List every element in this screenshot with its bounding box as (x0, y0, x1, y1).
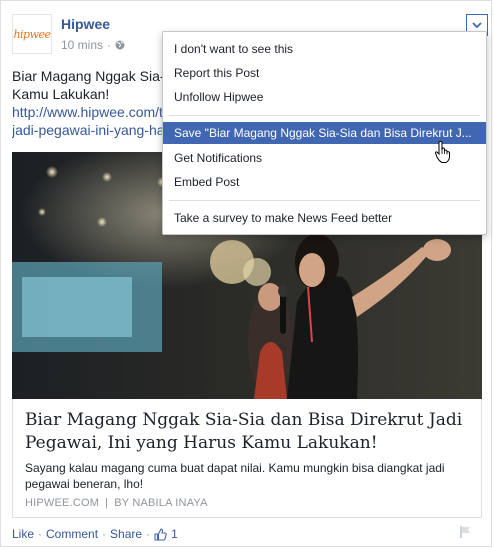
hand-cursor-icon (434, 140, 450, 163)
post-actions: Like · Comment · Share · 1 (12, 527, 178, 541)
page-avatar[interactable]: hipwee (12, 14, 52, 54)
post-url-link[interactable]: jadi-pegawai-ini-yang-ha (12, 121, 172, 139)
post-meta: 10 mins · (61, 38, 125, 52)
action-separator: · (146, 527, 151, 541)
post-url-link[interactable]: http://www.hipwee.com/t (12, 103, 172, 121)
menu-divider (169, 115, 480, 116)
page-name-link[interactable]: Hipwee (61, 16, 110, 32)
link-preview-card[interactable]: Biar Magang Nggak Sia-Sia dan Bisa Direk… (12, 399, 482, 518)
share-link[interactable]: Share (110, 527, 142, 541)
menu-item-report-post[interactable]: Report this Post (163, 62, 486, 84)
meta-separator: · (107, 38, 112, 52)
menu-item-unfollow[interactable]: Unfollow Hipwee (163, 86, 486, 108)
post-message: Biar Magang Nggak Sia- Kamu Lakukan! htt… (12, 67, 172, 139)
menu-divider (169, 200, 480, 201)
chevron-down-icon (472, 21, 482, 28)
menu-item-embed-post[interactable]: Embed Post (163, 171, 486, 193)
menu-item-hide-post[interactable]: I don't want to see this (163, 38, 486, 60)
thumbs-up-icon[interactable] (154, 527, 167, 541)
flag-icon[interactable] (459, 525, 473, 539)
card-separator: | (105, 497, 109, 509)
comment-link[interactable]: Comment (46, 527, 98, 541)
like-link[interactable]: Like (12, 527, 34, 541)
post-text-line: Kamu Lakukan! (12, 86, 110, 102)
post-timestamp[interactable]: 10 mins (61, 38, 103, 52)
post-text-line: Biar Magang Nggak Sia- (12, 68, 165, 84)
like-count[interactable]: 1 (171, 527, 178, 541)
action-separator: · (38, 527, 43, 541)
post-options-menu: I don't want to see this Report this Pos… (162, 31, 487, 235)
card-domain: HIPWEE.COM (25, 497, 100, 509)
card-source: HIPWEE.COM | BY NABILA INAYA (25, 497, 208, 509)
menu-item-survey[interactable]: Take a survey to make News Feed better (163, 207, 486, 229)
card-title[interactable]: Biar Magang Nggak Sia-Sia dan Bisa Direk… (25, 409, 465, 455)
globe-icon (115, 40, 125, 50)
card-author: BY NABILA INAYA (114, 497, 208, 509)
card-description: Sayang kalau magang cuma buat dapat nila… (25, 461, 445, 491)
avatar-logo-text: hipwee (13, 27, 51, 41)
action-separator: · (102, 527, 107, 541)
